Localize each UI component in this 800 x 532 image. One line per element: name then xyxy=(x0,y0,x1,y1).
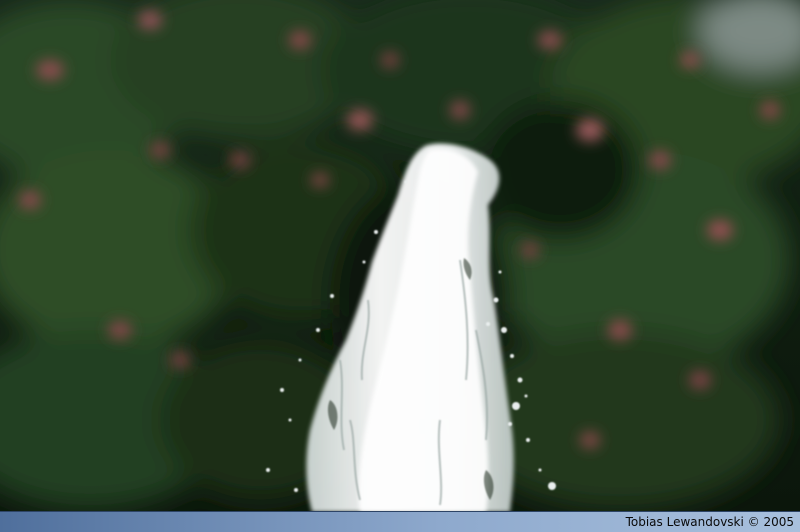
caption-bar: Tobias Lewandovski © 2005 xyxy=(0,511,800,532)
photo-frame: Tobias Lewandovski © 2005 xyxy=(0,0,800,532)
fountain-photo xyxy=(0,0,800,512)
photo-credit: Tobias Lewandovski © 2005 xyxy=(625,515,794,529)
